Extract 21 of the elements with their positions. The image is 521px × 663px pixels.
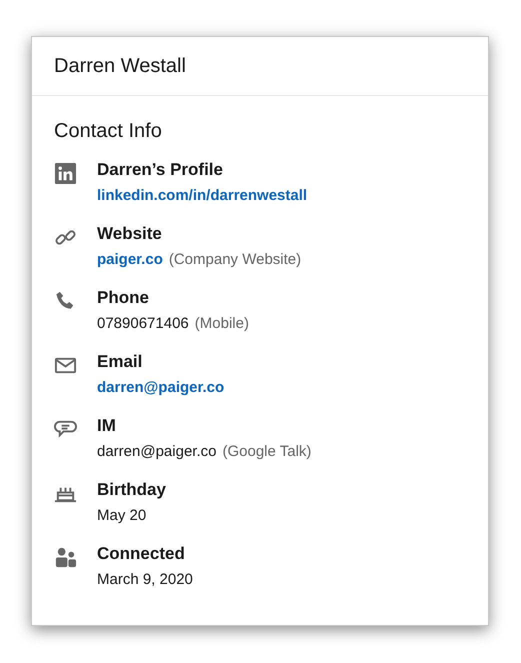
value-note: (Google Talk) bbox=[222, 443, 312, 461]
section-title: Contact Info bbox=[54, 119, 163, 144]
contact-link[interactable]: linkedin.com/in/darrenwestall bbox=[97, 187, 308, 205]
field-label: Birthday bbox=[97, 480, 166, 500]
field-label: IM bbox=[97, 416, 117, 436]
field-label: Connected bbox=[97, 544, 186, 564]
profile-name: Darren Westall bbox=[54, 54, 186, 79]
field-value: 07890671406 bbox=[97, 315, 189, 333]
field-value: May 20 bbox=[97, 507, 146, 525]
field-label: Website bbox=[97, 224, 163, 244]
contact-link[interactable]: darren@paiger.co bbox=[97, 379, 224, 397]
contact-link[interactable]: paiger.co bbox=[97, 251, 163, 269]
field-label: Email bbox=[97, 352, 144, 372]
value-note: (Mobile) bbox=[194, 315, 249, 333]
field-label: Darren’s Profile bbox=[97, 160, 224, 180]
field-value: March 9, 2020 bbox=[97, 571, 193, 589]
value-note: (Company Website) bbox=[168, 251, 302, 269]
field-label: Phone bbox=[97, 288, 150, 308]
people-icon bbox=[54, 546, 77, 569]
linkedin-icon bbox=[54, 162, 77, 185]
field-value: darren@paiger.co bbox=[97, 443, 216, 461]
